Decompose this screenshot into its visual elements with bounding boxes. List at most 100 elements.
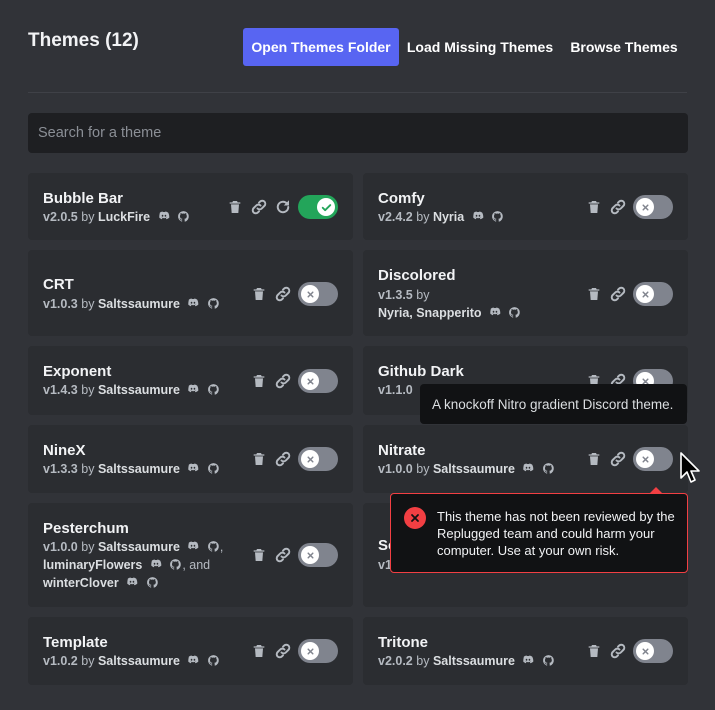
theme-toggle[interactable] xyxy=(298,447,338,471)
discord-icon[interactable] xyxy=(521,461,535,475)
theme-toggle[interactable] xyxy=(298,369,338,393)
x-icon xyxy=(301,285,319,303)
link-icon[interactable] xyxy=(608,449,627,469)
github-icon[interactable] xyxy=(542,462,555,475)
and-label: , and xyxy=(182,558,211,572)
github-icon[interactable] xyxy=(177,210,190,223)
theme-meta: v2.0.2 by Saltssaumure xyxy=(378,652,555,670)
theme-author: Saltssaumure xyxy=(97,654,180,668)
theme-author: luminaryFlowers xyxy=(43,558,143,572)
discord-icon[interactable] xyxy=(186,296,200,310)
theme-toggle[interactable] xyxy=(298,195,338,219)
github-icon[interactable] xyxy=(207,540,220,553)
theme-card-template: Template v1.0.2 by Saltssaumure xyxy=(28,617,353,685)
open-themes-folder-button[interactable]: Open Themes Folder xyxy=(243,28,399,66)
theme-author: Nyria, Snapperito xyxy=(378,306,482,320)
github-icon[interactable] xyxy=(207,383,220,396)
trash-icon[interactable] xyxy=(584,284,603,304)
theme-card-bubble-bar: Bubble Bar v2.0.5 by LuckFire xyxy=(28,173,353,240)
trash-icon[interactable] xyxy=(249,641,268,661)
theme-author: Saltssaumure xyxy=(97,383,180,397)
discord-icon[interactable] xyxy=(488,305,502,319)
theme-name: CRT xyxy=(43,276,74,293)
theme-version: v1.4.3 xyxy=(43,383,78,397)
theme-toggle[interactable] xyxy=(633,195,673,219)
link-icon[interactable] xyxy=(273,641,292,661)
theme-name: Comfy xyxy=(378,190,425,207)
theme-version: v1.0.0 xyxy=(43,540,78,554)
discord-icon[interactable] xyxy=(125,575,139,589)
link-icon[interactable] xyxy=(608,197,627,217)
theme-name: NineX xyxy=(43,442,86,459)
x-icon xyxy=(636,285,654,303)
mouse-cursor-icon xyxy=(680,452,700,483)
theme-toggle[interactable] xyxy=(633,282,673,306)
github-icon[interactable] xyxy=(146,576,159,589)
error-icon xyxy=(404,507,426,529)
trash-icon[interactable] xyxy=(249,449,268,469)
warning-text: This theme has not been reviewed by the … xyxy=(437,509,675,558)
link-icon[interactable] xyxy=(273,284,292,304)
x-icon xyxy=(301,372,319,390)
link-icon[interactable] xyxy=(273,545,292,565)
theme-meta: v1.0.0 by Saltssaumure , luminaryFlowers… xyxy=(43,539,224,590)
x-icon xyxy=(636,642,654,660)
browse-themes-button[interactable]: Browse Themes xyxy=(564,28,684,66)
theme-toggle[interactable] xyxy=(298,639,338,663)
discord-icon[interactable] xyxy=(471,209,485,223)
theme-meta: v1.0.0 by Saltssaumure xyxy=(378,460,555,478)
link-icon[interactable] xyxy=(608,284,627,304)
theme-version: v2.0.5 xyxy=(43,210,78,224)
github-icon[interactable] xyxy=(207,297,220,310)
theme-card-nitrate: Nitrate v1.0.0 by Saltssaumure xyxy=(363,425,688,493)
trash-icon[interactable] xyxy=(249,371,268,391)
discord-icon[interactable] xyxy=(186,382,200,396)
discord-icon[interactable] xyxy=(149,557,163,571)
search-input[interactable] xyxy=(28,113,688,153)
discord-icon[interactable] xyxy=(186,653,200,667)
discord-icon[interactable] xyxy=(186,461,200,475)
github-icon[interactable] xyxy=(491,210,504,223)
theme-card-crt: CRT v1.0.3 by Saltssaumure xyxy=(28,250,353,336)
discord-icon[interactable] xyxy=(157,209,171,223)
x-icon xyxy=(301,642,319,660)
by-label: by xyxy=(81,462,95,476)
trash-icon[interactable] xyxy=(249,545,268,565)
theme-meta: v1.1.0 xyxy=(378,381,413,399)
theme-toggle[interactable] xyxy=(298,543,338,567)
theme-meta: v2.4.2 by Nyria xyxy=(378,208,504,226)
by-label: by xyxy=(81,297,95,311)
github-icon[interactable] xyxy=(508,306,521,319)
link-icon[interactable] xyxy=(273,371,292,391)
load-missing-themes-button[interactable]: Load Missing Themes xyxy=(405,28,555,66)
theme-card-exponent: Exponent v1.4.3 by Saltssaumure xyxy=(28,346,353,415)
theme-toggle[interactable] xyxy=(298,282,338,306)
theme-author: Saltssaumure xyxy=(432,462,515,476)
github-icon[interactable] xyxy=(169,558,182,571)
theme-toggle[interactable] xyxy=(633,639,673,663)
discord-icon[interactable] xyxy=(186,539,200,553)
link-icon[interactable] xyxy=(273,449,292,469)
discord-icon[interactable] xyxy=(521,653,535,667)
theme-toggle[interactable] xyxy=(633,447,673,471)
x-icon xyxy=(636,450,654,468)
theme-author: Saltssaumure xyxy=(432,654,515,668)
trash-icon[interactable] xyxy=(584,641,603,661)
github-icon[interactable] xyxy=(207,654,220,667)
theme-version: v1.0.3 xyxy=(43,297,78,311)
trash-icon[interactable] xyxy=(249,284,268,304)
theme-version: v1.3.3 xyxy=(43,462,78,476)
trash-icon[interactable] xyxy=(584,449,603,469)
reload-icon[interactable] xyxy=(273,197,292,217)
theme-card-pesterchum: Pesterchum v1.0.0 by Saltssaumure , lumi… xyxy=(28,503,353,607)
trash-icon[interactable] xyxy=(225,197,244,217)
link-icon[interactable] xyxy=(608,641,627,661)
theme-author: Saltssaumure xyxy=(97,297,180,311)
trash-icon[interactable] xyxy=(584,197,603,217)
by-label: by xyxy=(416,288,430,302)
github-icon[interactable] xyxy=(542,654,555,667)
theme-name: Pesterchum xyxy=(43,520,129,537)
link-icon[interactable] xyxy=(249,197,268,217)
theme-name: Template xyxy=(43,634,108,651)
github-icon[interactable] xyxy=(207,462,220,475)
